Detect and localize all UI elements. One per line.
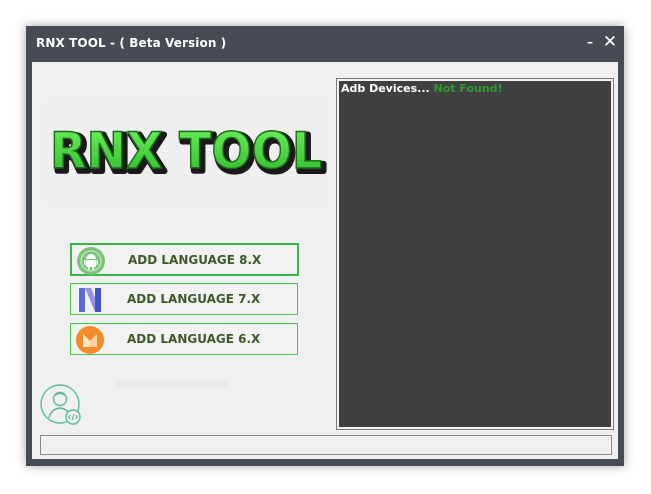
adb-status-value: Not Found! bbox=[433, 82, 503, 95]
title-bar[interactable]: RNX TOOL - ( Beta Version ) – ✕ bbox=[26, 26, 624, 62]
client-area: RNX TOOL RNX TOOL ADD LANGUAGE 8.X ADD L… bbox=[32, 62, 618, 459]
logo: RNX TOOL RNX TOOL bbox=[41, 97, 331, 207]
status-bar bbox=[40, 435, 612, 455]
add-language-6-button[interactable]: ADD LANGUAGE 6.X bbox=[70, 323, 298, 355]
add-language-7-label: ADD LANGUAGE 7.X bbox=[127, 292, 261, 306]
android-marshmallow-icon bbox=[76, 326, 104, 354]
app-window: RNX TOOL - ( Beta Version ) – ✕ RNX TOOL… bbox=[26, 26, 624, 466]
android-oreo-icon bbox=[77, 247, 105, 275]
add-language-8-label: ADD LANGUAGE 8.X bbox=[128, 253, 262, 267]
add-language-6-label: ADD LANGUAGE 6.X bbox=[127, 332, 261, 346]
adb-console[interactable]: Adb Devices... Not Found! bbox=[336, 78, 614, 430]
minimize-button[interactable]: – bbox=[580, 32, 600, 52]
close-button[interactable]: ✕ bbox=[600, 32, 620, 52]
minimize-icon: – bbox=[587, 35, 593, 49]
adb-devices-label: Adb Devices... bbox=[341, 82, 430, 95]
logo-graphic: RNX TOOL RNX TOOL bbox=[49, 121, 328, 186]
close-icon: ✕ bbox=[602, 32, 618, 52]
add-language-7-button[interactable]: ADD LANGUAGE 7.X bbox=[70, 283, 298, 315]
logo-text: RNX TOOL bbox=[50, 122, 322, 180]
developer-avatar-icon[interactable] bbox=[38, 382, 86, 430]
add-language-8-button[interactable]: ADD LANGUAGE 8.X bbox=[70, 243, 299, 276]
faint-caption bbox=[116, 380, 228, 388]
android-nougat-icon bbox=[79, 288, 101, 312]
adb-status-line: Adb Devices... Not Found! bbox=[341, 82, 503, 95]
window-title: RNX TOOL - ( Beta Version ) bbox=[36, 36, 227, 50]
